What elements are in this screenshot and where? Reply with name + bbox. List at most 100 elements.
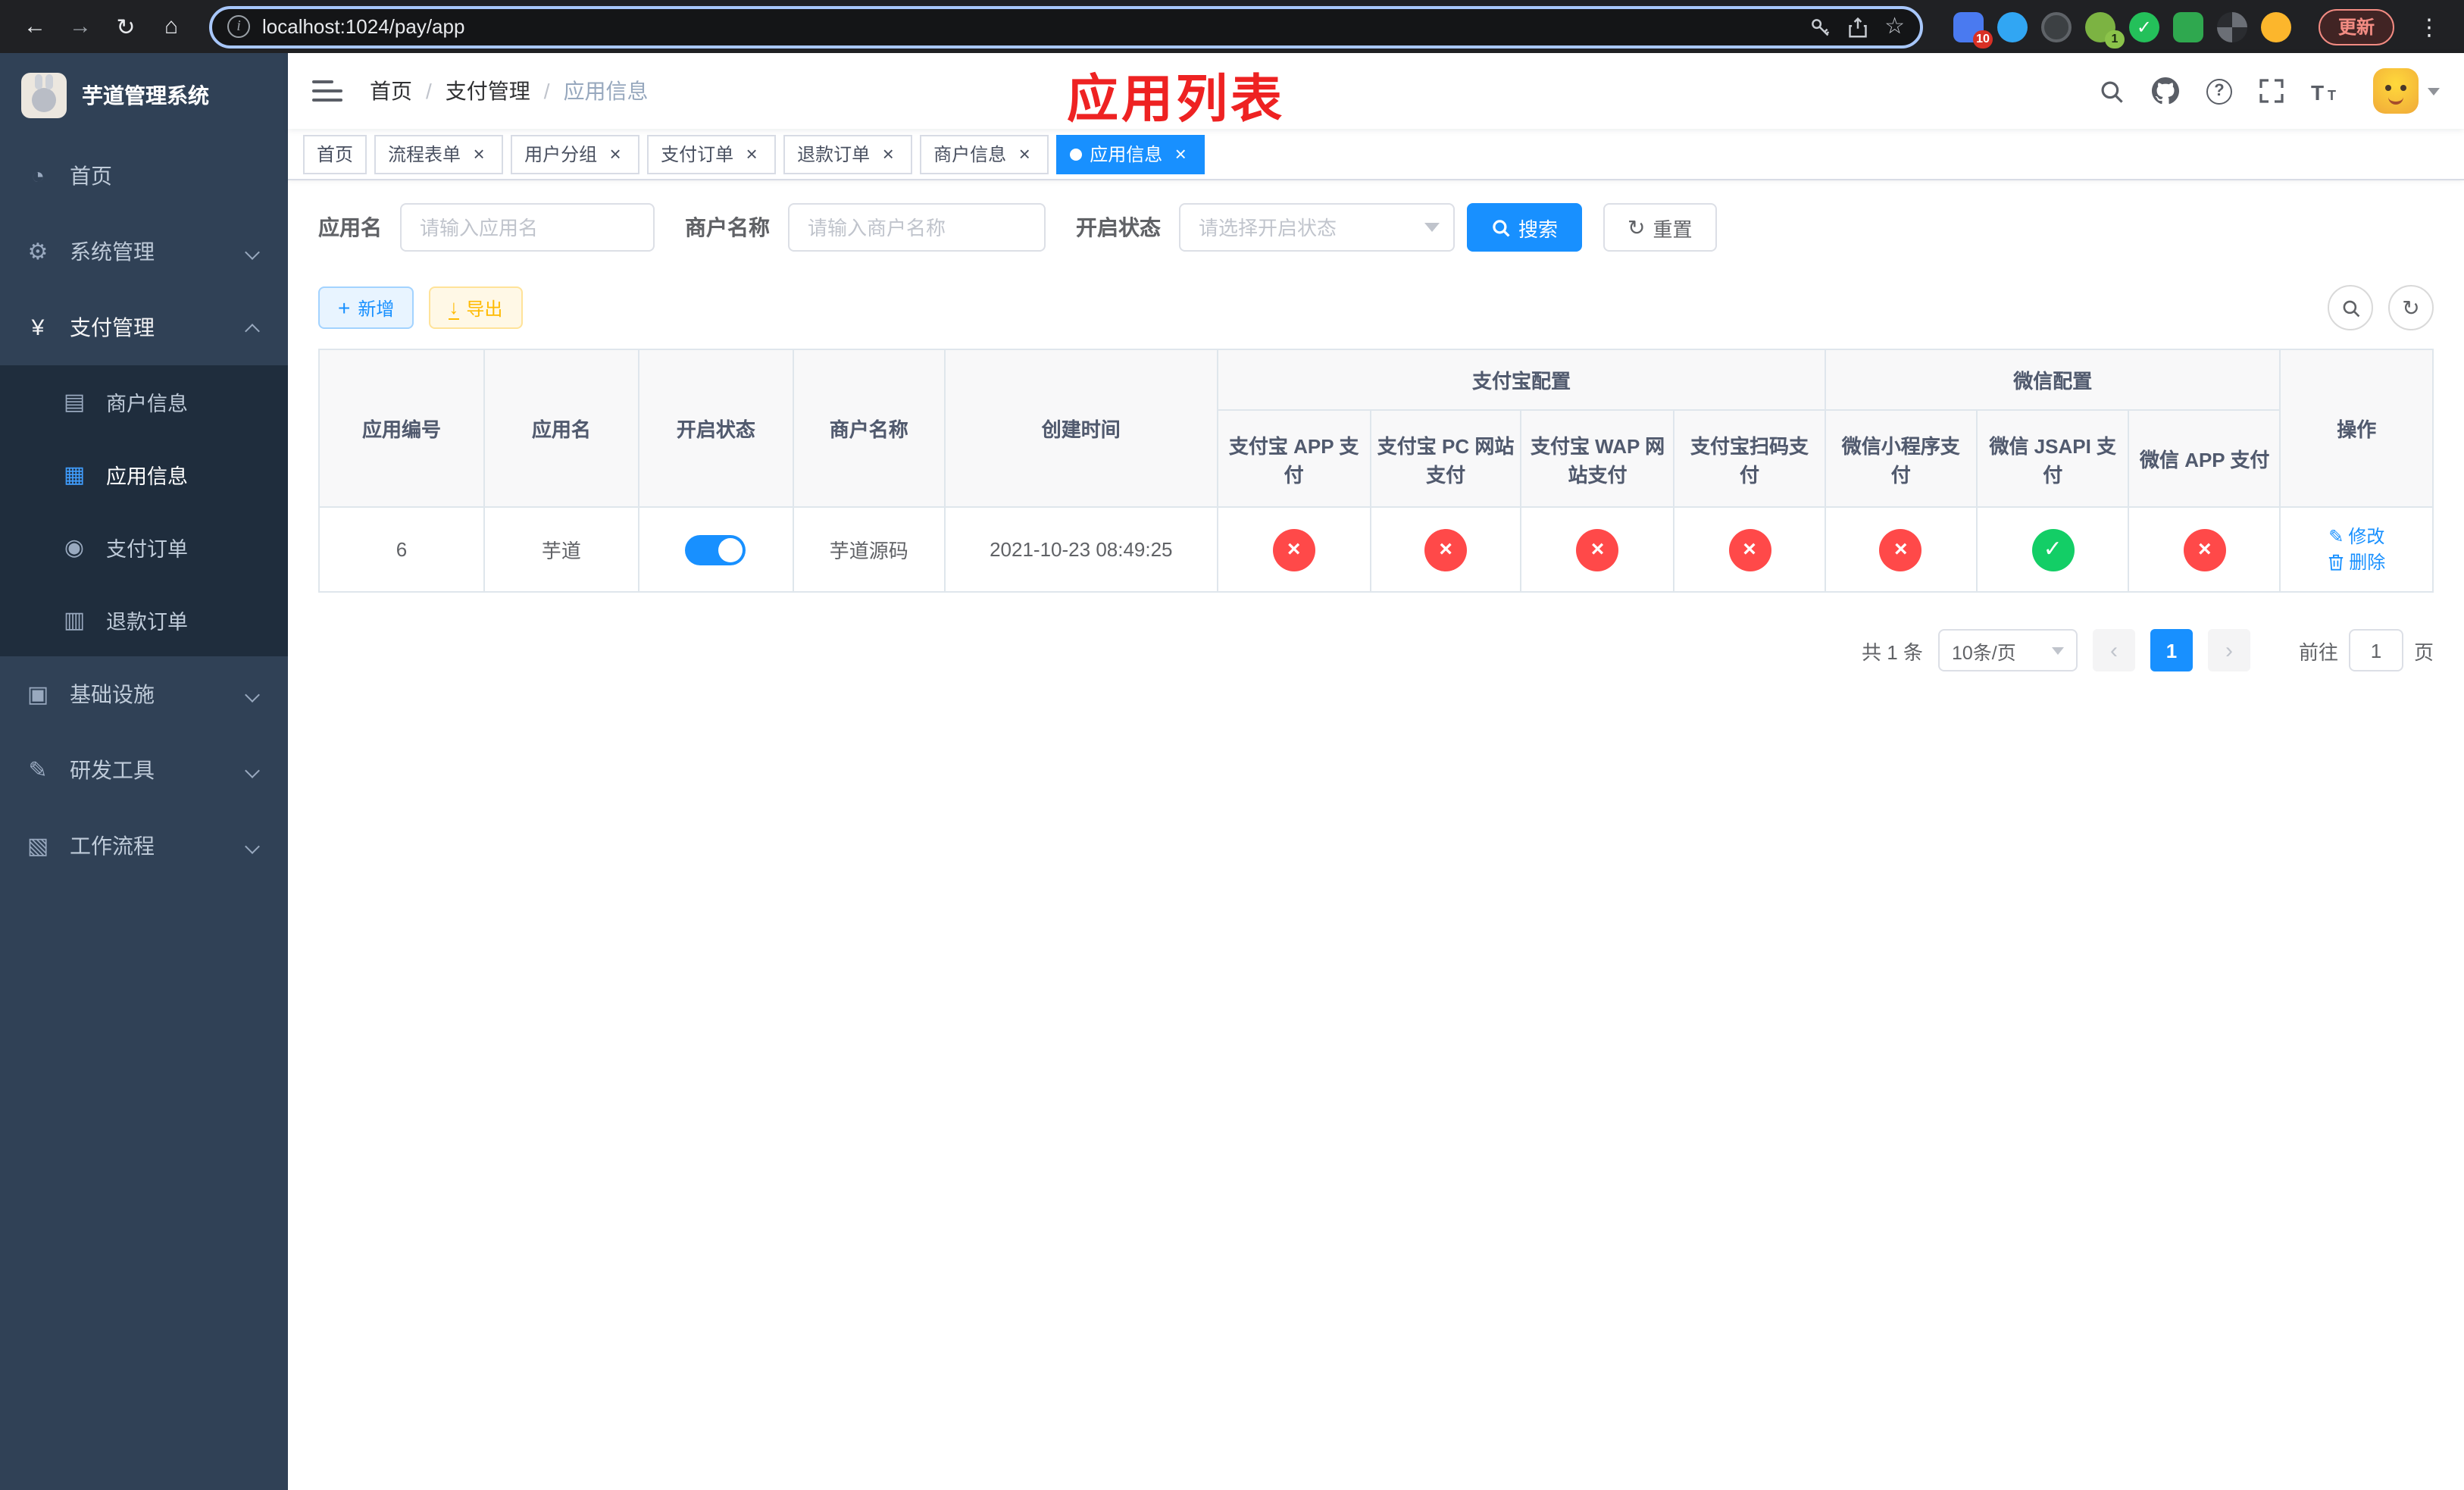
close-icon[interactable]: × [468,143,489,164]
tab-pay-order[interactable]: 支付订单 × [647,134,777,174]
share-icon[interactable] [1846,16,1868,37]
page-size-value: 10条/页 [1951,642,2016,663]
sidebar-item-workflow[interactable]: ▧ 工作流程 [0,808,288,884]
close-icon[interactable]: × [1170,143,1191,164]
extension-icon[interactable] [1997,11,2028,42]
sidebar-item-devtools[interactable]: ✎ 研发工具 [0,732,288,808]
tab-user-group[interactable]: 用户分组 × [511,134,640,174]
close-icon[interactable]: × [741,143,762,164]
extension-icon[interactable] [2216,11,2247,42]
export-button[interactable]: ↓ 导出 [429,286,523,329]
help-icon[interactable]: ? [2206,78,2232,104]
app-table: 应用编号 应用名 开启状态 商户名称 创建时间 支付宝配置 微信配置 操作 支付… [318,349,2434,593]
extension-icon[interactable]: 1 [2084,11,2125,48]
bookmark-star-icon[interactable]: ☆ [1884,15,1905,38]
tab-app-info[interactable]: 应用信息 × [1056,134,1205,174]
browser-forward-icon[interactable]: → [61,7,100,46]
breadcrumb-separator: / [543,79,550,103]
refresh-table-button[interactable]: ↻ [2388,285,2434,330]
extension-icon[interactable]: 10 [1953,11,1993,48]
address-bar[interactable]: i localhost:1024/pay/app ☆ [209,5,1923,48]
extension-icon[interactable] [2172,11,2203,42]
site-info-icon[interactable]: i [227,15,250,38]
extension-icon[interactable] [2040,11,2072,42]
extensions-row: 10 1 ✓ [1941,11,2303,48]
prev-page-button[interactable]: ‹ [2092,629,2135,671]
sidebar-item-system[interactable]: ⚙ 系统管理 [0,214,288,290]
page-size-select[interactable]: 10条/页 [1937,629,2078,671]
chevron-down-icon [2428,87,2440,95]
alipay-qr-status-icon: × [1728,528,1771,571]
active-tab-dot [1070,148,1083,160]
edit-button[interactable]: ✎ 修改 [2328,524,2384,549]
cell-app-id: 6 [318,506,485,593]
toggle-search-button[interactable] [2328,285,2373,330]
goto-page-input[interactable] [2348,629,2403,671]
close-icon[interactable]: × [1014,143,1035,164]
top-navbar: 首页 / 支付管理 / 应用信息 应用列表 ? T T [288,53,2464,129]
browser-back-icon[interactable]: ← [15,7,55,46]
avatar[interactable] [2373,68,2419,114]
password-key-icon[interactable] [1809,16,1830,37]
page-1-button[interactable]: 1 [2150,629,2193,671]
close-icon[interactable]: × [877,143,899,164]
chevron-down-icon [245,687,260,703]
goto-page: 前往 页 [2299,629,2434,671]
breadcrumb-home[interactable]: 首页 [370,76,412,106]
workflow-icon: ▧ [27,834,49,859]
tab-refund-order[interactable]: 退款订单 × [783,134,913,174]
font-size-icon[interactable]: TT [2311,80,2340,102]
tab-merchant-info[interactable]: 商户信息 × [920,134,1049,174]
search-icon[interactable] [2099,78,2125,104]
status-toggle[interactable] [685,534,746,565]
extension-badge: 10 [1972,30,1993,48]
sidebar-item-app-info[interactable]: ▦ 应用信息 [0,438,288,511]
tab-process-form[interactable]: 流程表单 × [374,134,504,174]
cell-created: 2021-10-23 08:49:25 [943,506,1219,593]
app-title: 芋道管理系统 [82,83,209,108]
sidebar-item-payment[interactable]: ¥ 支付管理 [0,290,288,365]
reset-button-label: 重置 [1653,218,1693,240]
browser-update-button[interactable]: 更新 [2318,8,2394,45]
tab-label: 退款订单 [797,144,871,165]
add-button[interactable]: + 新增 [318,286,414,329]
status-select-input[interactable] [1179,203,1455,252]
close-icon[interactable]: × [605,143,626,164]
total-count: 共 1 条 [1862,640,1923,663]
search-button[interactable]: 搜索 [1467,203,1583,252]
pay-order-icon: ◉ [64,535,85,561]
payment-submenu: ▤ 商户信息 ▦ 应用信息 ◉ 支付订单 ▥ 退款订单 [0,365,288,656]
alipay-app-status-icon: × [1272,528,1315,571]
sidebar-item-home[interactable]: ◔ 首页 [0,138,288,214]
breadcrumb-current: 应用信息 [563,79,649,103]
extension-icon[interactable]: ✓ [2128,11,2159,42]
extension-badge: 1 [2104,30,2125,48]
sidebar-item-pay-order[interactable]: ◉ 支付订单 [0,511,288,584]
browser-home-icon[interactable]: ⌂ [152,7,191,46]
browser-menu-icon[interactable]: ⋮ [2409,7,2449,46]
extension-icon[interactable] [2260,11,2291,42]
browser-reload-icon[interactable]: ↻ [106,7,145,46]
col-header-alipay-qr: 支付宝扫码支付 [1673,409,1826,508]
delete-button[interactable]: 删除 [2328,549,2385,575]
fullscreen-icon[interactable] [2259,79,2284,103]
status-select[interactable] [1179,203,1455,252]
tab-home[interactable]: 首页 [303,134,367,174]
app-name-input[interactable] [400,203,655,252]
col-group-wechat: 微信配置 [1824,349,2281,411]
sidebar-item-infrastructure[interactable]: ▣ 基础设施 [0,656,288,732]
next-page-button[interactable]: › [2207,629,2250,671]
breadcrumb-section[interactable]: 支付管理 [446,76,530,106]
sidebar-toggle-icon[interactable] [312,80,342,102]
refund-doc-icon: ▥ [63,608,86,634]
github-icon[interactable] [2152,77,2179,105]
tab-label: 支付订单 [661,144,734,165]
devtools-icon: ✎ [28,758,48,784]
sidebar-item-merchant-info[interactable]: ▤ 商户信息 [0,365,288,438]
col-header-alipay-app: 支付宝 APP 支付 [1217,409,1371,508]
sidebar-item-refund-order[interactable]: ▥ 退款订单 [0,584,288,656]
user-menu[interactable] [2373,68,2440,114]
merchant-name-input[interactable] [788,203,1046,252]
plus-icon: + [338,296,351,320]
reset-button[interactable]: ↻ 重置 [1603,203,1717,252]
